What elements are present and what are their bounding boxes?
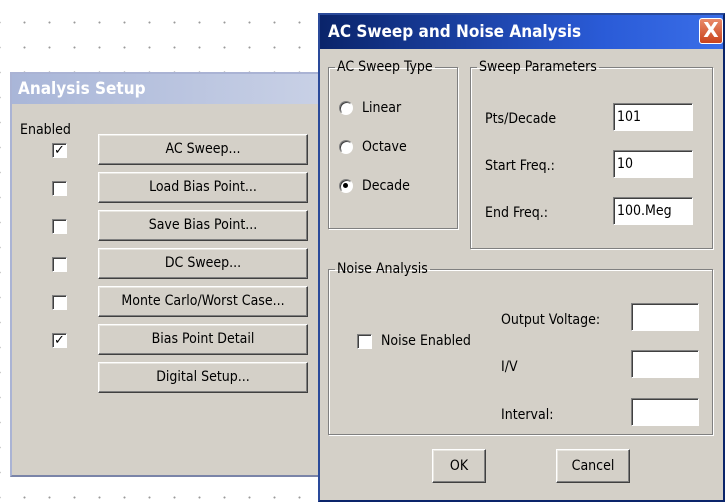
output-voltage-input[interactable] <box>631 303 699 331</box>
noise-enabled-label: Noise Enabled <box>381 333 471 349</box>
noise-enabled-checkbox[interactable] <box>357 333 372 349</box>
analysis-setup-titlebar[interactable]: Analysis Setup <box>12 74 328 104</box>
save-bias-point-enabled-checkbox[interactable] <box>52 219 67 234</box>
ac-sweep-enabled-checkbox[interactable]: ✓ <box>52 143 67 158</box>
dc-sweep-button[interactable]: DC Sweep... <box>98 248 308 279</box>
radio-decade[interactable]: Decade <box>339 175 410 197</box>
radio-button-icon[interactable] <box>339 140 353 154</box>
radio-decade-label: Decade <box>362 178 410 194</box>
ac-sweep-button[interactable]: AC Sweep... <box>98 134 308 165</box>
analysis-row-monte-carlo: Monte Carlo/Worst Case... <box>12 286 328 320</box>
radio-octave[interactable]: Octave <box>339 136 407 158</box>
start-freq-label: Start Freq.: <box>485 158 555 174</box>
analysis-setup-title: Analysis Setup <box>18 79 146 99</box>
analysis-row-save-bias: Save Bias Point... <box>12 210 328 244</box>
radio-linear[interactable]: Linear <box>339 97 401 119</box>
interval-label: Interval: <box>501 407 554 423</box>
analysis-row-dc-sweep: DC Sweep... <box>12 248 328 282</box>
end-freq-input[interactable]: 100.Meg <box>613 197 693 225</box>
cancel-button[interactable]: Cancel <box>556 449 630 483</box>
dc-sweep-enabled-checkbox[interactable] <box>52 257 67 272</box>
ac-sweep-dialog: AC Sweep and Noise Analysis X AC Sweep T… <box>318 13 725 502</box>
pts-decade-label: Pts/Decade <box>485 111 557 127</box>
ok-button[interactable]: OK <box>432 449 486 483</box>
check-mark-icon: ✓ <box>54 143 65 158</box>
sweep-parameters-group: Sweep Parameters Pts/Decade 101 Start Fr… <box>470 59 713 249</box>
ac-sweep-titlebar[interactable]: AC Sweep and Noise Analysis X <box>320 15 723 49</box>
radio-button-selected-icon[interactable] <box>339 179 353 193</box>
noise-analysis-legend: Noise Analysis <box>337 261 428 277</box>
ac-sweep-type-legend: AC Sweep Type <box>337 59 433 75</box>
monte-carlo-worst-case-button[interactable]: Monte Carlo/Worst Case... <box>98 286 308 317</box>
sweep-parameters-legend: Sweep Parameters <box>479 59 597 75</box>
iv-label: I/V <box>501 359 518 375</box>
start-freq-input[interactable]: 10 <box>613 150 693 178</box>
radio-button-icon[interactable] <box>339 101 353 115</box>
analysis-row-ac-sweep: ✓ AC Sweep... <box>12 134 328 168</box>
end-freq-label: End Freq.: <box>485 205 549 221</box>
digital-setup-button[interactable]: Digital Setup... <box>98 362 308 393</box>
monte-carlo-enabled-checkbox[interactable] <box>52 295 67 310</box>
bias-point-detail-button[interactable]: Bias Point Detail <box>98 324 308 355</box>
noise-analysis-group: Noise Analysis Noise Enabled Output Volt… <box>328 261 713 435</box>
pts-decade-input[interactable]: 101 <box>613 103 693 131</box>
analysis-row-bias-point-detail: ✓ Bias Point Detail <box>12 324 328 358</box>
output-voltage-label: Output Voltage: <box>501 312 601 328</box>
ac-sweep-dialog-title: AC Sweep and Noise Analysis <box>328 22 582 42</box>
save-bias-point-button[interactable]: Save Bias Point... <box>98 210 308 241</box>
bias-point-detail-enabled-checkbox[interactable]: ✓ <box>52 333 67 348</box>
load-bias-point-enabled-checkbox[interactable] <box>52 181 67 196</box>
analysis-row-load-bias: Load Bias Point... <box>12 172 328 206</box>
radio-octave-label: Octave <box>362 139 407 155</box>
noise-enabled-option[interactable]: Noise Enabled <box>357 333 471 349</box>
check-mark-icon: ✓ <box>54 333 65 348</box>
radio-linear-label: Linear <box>362 100 402 116</box>
analysis-row-digital-setup: Digital Setup... <box>12 362 328 396</box>
ac-sweep-type-group: AC Sweep Type Linear Octave Decade <box>328 59 458 229</box>
analysis-setup-window: Analysis Setup Enabled ✓ AC Sweep... Loa… <box>10 72 330 477</box>
iv-input[interactable] <box>631 350 699 378</box>
interval-input[interactable] <box>631 398 699 426</box>
close-icon[interactable]: X <box>699 18 723 44</box>
load-bias-point-button[interactable]: Load Bias Point... <box>98 172 308 203</box>
